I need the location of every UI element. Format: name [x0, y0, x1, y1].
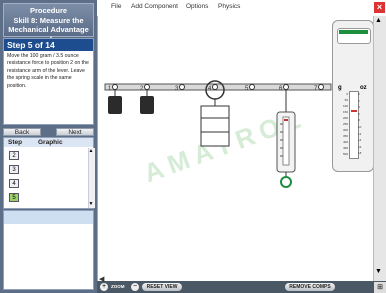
scroll-down-icon[interactable]: ▼: [88, 201, 94, 207]
step-item-4[interactable]: 4: [9, 179, 19, 188]
procedure-header: Procedure Skill 8: Measure the Mechanica…: [3, 3, 94, 44]
close-icon[interactable]: ×: [374, 2, 385, 13]
step-panel: Step 5 of 14 Move the 100 gram / 3.5 oun…: [3, 38, 94, 125]
step-graphic-header: Step Graphic: [4, 138, 93, 147]
next-button[interactable]: Next: [56, 128, 94, 136]
scale-zoom-panel: g oz 0 50 100 150 200 250 300 350 400 450 500 0246…: [332, 20, 374, 172]
zoom-in-icon[interactable]: +: [100, 283, 108, 291]
spring-scale[interactable]: [276, 90, 296, 188]
step-graphic-list: Step Graphic 2 3 4 5 ▲ ▼: [3, 137, 95, 209]
menu-add-component[interactable]: Add Component: [131, 0, 178, 16]
weight-small-1[interactable]: [108, 90, 122, 114]
procedure-label: Procedure: [29, 6, 68, 15]
position-hole-3[interactable]: [179, 84, 185, 90]
reset-view-button[interactable]: RESET VIEW: [142, 283, 182, 291]
list-scrollbar[interactable]: [88, 148, 95, 208]
menu-options[interactable]: Options: [186, 0, 208, 16]
scale-ticks-grams: 0 50 100 150 200 250 300 350 400 450 500: [342, 92, 348, 156]
scale-ticks-ounces: 0 2 4 6 8 10 12 14 16 18: [358, 92, 362, 156]
scale-indicator: [351, 110, 357, 112]
step-item-5[interactable]: 5: [9, 193, 19, 202]
menu-physics[interactable]: Physics: [218, 0, 240, 16]
graphic-column-header: Graphic: [38, 139, 63, 146]
step-item-3[interactable]: 3: [9, 165, 19, 174]
position-hole-1[interactable]: [112, 84, 118, 90]
position-hole-5[interactable]: [249, 84, 255, 90]
bottom-toolbar: [97, 281, 386, 293]
scroll-up-icon[interactable]: ▲: [88, 148, 94, 154]
scroll-down-arrow-icon[interactable]: ▼: [375, 268, 382, 275]
notes-panel: [3, 210, 94, 290]
step-instructions: Move the 100 gram / 3.5 ounce resistance…: [7, 53, 89, 89]
scale-top-cap: [337, 28, 371, 44]
position-hole-7[interactable]: [318, 84, 324, 90]
step-item-2[interactable]: 2: [9, 151, 19, 160]
scroll-up-arrow-icon[interactable]: ▲: [375, 17, 382, 24]
weight-small-2[interactable]: [140, 90, 154, 114]
scale-green-band: [339, 30, 368, 34]
skill-title-line1: Skill 8: Measure the: [13, 15, 84, 25]
back-button[interactable]: Back: [3, 128, 41, 136]
corner-expand-icon[interactable]: ⊞: [374, 282, 386, 293]
position-hole-6[interactable]: [283, 84, 289, 90]
position-hole-2[interactable]: [144, 84, 150, 90]
menu-file[interactable]: File: [111, 0, 121, 16]
position-hole-4[interactable]: [212, 84, 218, 90]
step-column-header: Step: [8, 139, 23, 146]
notes-header-bar: [4, 211, 93, 224]
zoom-out-icon[interactable]: −: [131, 283, 139, 291]
zoom-label: ZOOM: [111, 284, 125, 289]
step-title: Step 5 of 14: [4, 39, 93, 51]
remove-comps-button[interactable]: REMOVE COMPS: [285, 283, 335, 291]
workspace-vertical-scrollbar[interactable]: [373, 16, 386, 281]
weight-stack[interactable]: [200, 99, 230, 147]
scroll-left-arrow-icon[interactable]: ◀: [99, 275, 104, 283]
